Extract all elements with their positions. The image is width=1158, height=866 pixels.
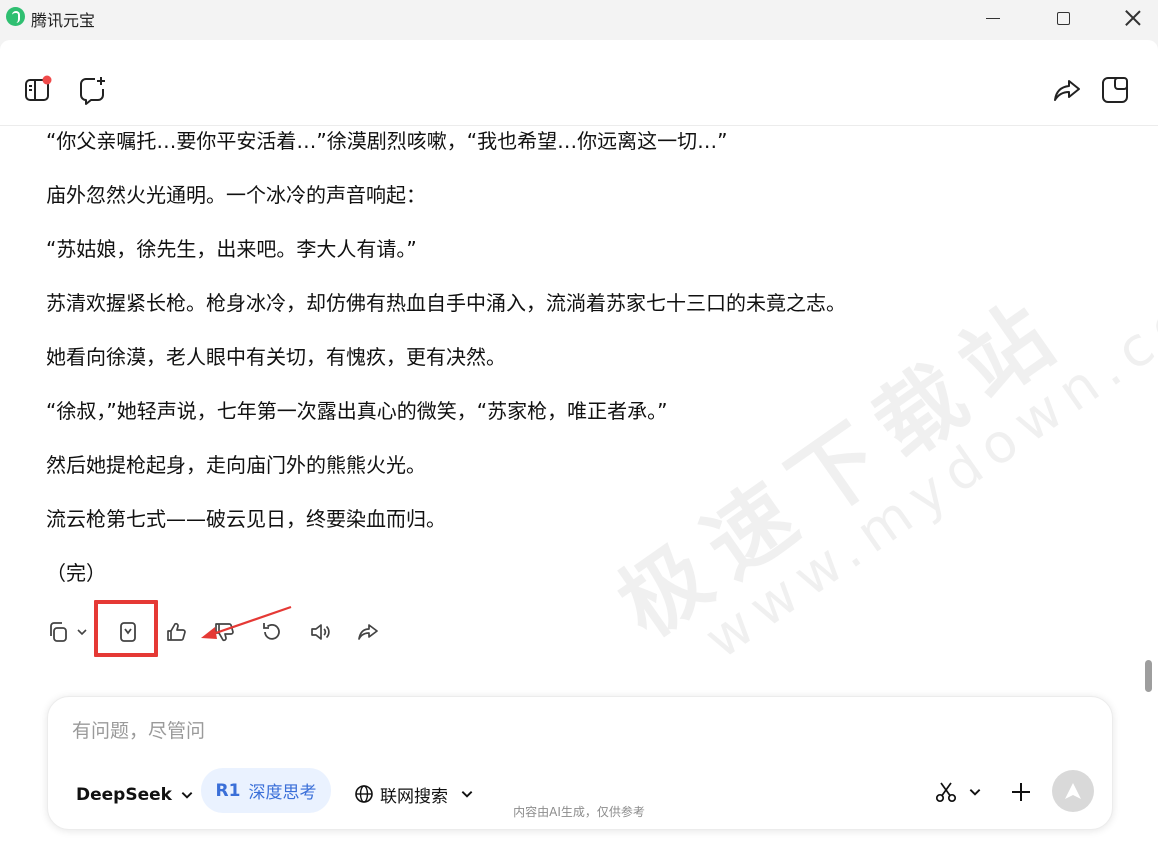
like-button[interactable] [160,616,192,648]
model-name: DeepSeek [76,785,172,805]
ai-disclaimer: 内容由AI生成，仅供参考 [513,805,645,819]
response-paragraph: “苏姑娘，徐先生，出来吧。李大人有请。” [46,237,417,261]
highlight-annotation-box [94,600,158,657]
share-icon [358,624,378,640]
response-paragraph: “徐叔，”她轻声说，七年第一次露出真心的微笑，“苏家枪，唯正者承。” [46,399,668,423]
response-paragraph: （完） [46,561,106,585]
share-icon[interactable] [1052,75,1082,105]
main-pane: “你父亲嘱托…要你平安活着…”徐漠剧烈咳嗽，“我也希望…你远离这一切…” 庙外忽… [0,40,1158,866]
maximize-button[interactable] [1038,0,1088,36]
globe-icon [355,785,373,803]
sidebar-toggle-icon[interactable] [23,75,53,105]
pop-out-window-icon[interactable] [1100,75,1130,105]
watermark-cn: 极速下载站 [601,276,1085,657]
annotation-arrow-icon [201,605,292,639]
close-icon [1125,10,1141,26]
title-bar: 腾讯元宝 [0,0,1158,36]
window-title: 腾讯元宝 [31,11,96,30]
read-aloud-button[interactable] [304,616,336,648]
copy-options-dropdown[interactable] [72,616,92,648]
minimize-button[interactable] [968,0,1018,36]
chevron-down-icon [181,792,193,799]
copy-button[interactable] [42,616,74,648]
chevron-down-icon [969,789,981,796]
speaker-icon [311,624,330,640]
response-paragraph: “你父亲嘱托…要你平安活着…”徐漠剧烈咳嗽，“我也希望…你远离这一切…” [46,129,728,153]
response-paragraph: 她看向徐漠，老人眼中有关切，有愧疚，更有决然。 [46,345,506,369]
maximize-icon [1056,11,1070,25]
deep-think-label: 深度思考 [248,783,317,803]
chevron-down-icon [77,629,87,636]
share-response-button[interactable] [352,616,384,648]
scissors-icon [935,782,957,803]
chat-input[interactable] [72,713,1072,749]
chevron-down-icon [461,791,473,798]
response-paragraph: 庙外忽然火光通明。一个冰冷的声音响起： [46,183,426,207]
thumbs-up-icon [167,622,186,641]
top-toolbar [0,40,1158,126]
close-button[interactable] [1108,0,1158,36]
app-logo-icon [6,7,25,26]
deep-think-prefix: R1 [215,780,241,801]
scrollbar-thumb[interactable] [1145,660,1152,692]
send-arrow-icon [1065,783,1081,799]
response-paragraph: 然后她提枪起身，走向庙门外的熊熊火光。 [46,453,426,477]
response-paragraph: 苏清欢握紧长枪。枪身冰冷，却仿佛有热血自手中涌入，流淌着苏家七十三口的未竟之志。 [46,291,846,315]
copy-icon [50,622,67,642]
new-chat-icon[interactable] [78,75,108,105]
minimize-icon [986,17,1000,19]
response-paragraph: 流云枪第七式——破云见日，终要染血而归。 [46,507,446,531]
